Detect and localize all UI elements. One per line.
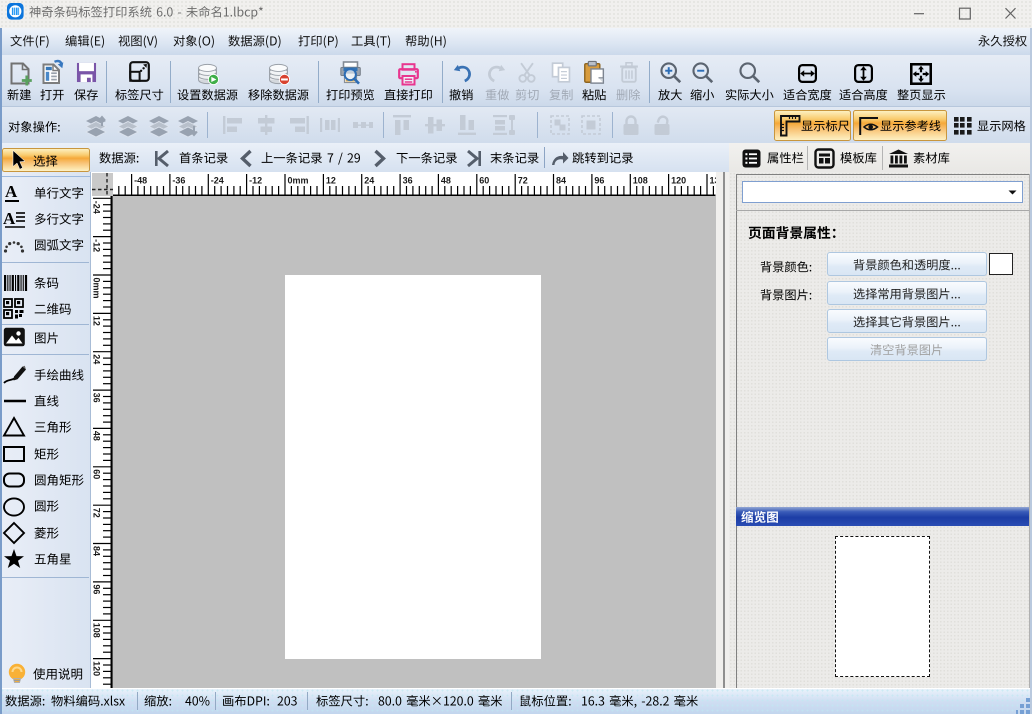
- svg-text:24: 24: [92, 354, 102, 364]
- svg-text:60: 60: [479, 176, 489, 186]
- svg-text:96: 96: [92, 584, 102, 594]
- svg-text:24: 24: [364, 176, 374, 186]
- svg-text:96: 96: [594, 176, 604, 186]
- svg-text:48: 48: [92, 430, 102, 440]
- svg-text:36: 36: [403, 176, 413, 186]
- svg-text:12: 12: [326, 176, 336, 186]
- svg-text:48: 48: [441, 176, 451, 186]
- svg-text:-12: -12: [249, 176, 262, 186]
- svg-text:-24: -24: [211, 176, 224, 186]
- svg-text:-12: -12: [92, 239, 102, 252]
- svg-text:72: 72: [518, 176, 528, 186]
- svg-text:-24: -24: [92, 200, 102, 213]
- svg-text:84: 84: [556, 176, 566, 186]
- svg-text:A: A: [3, 209, 16, 228]
- svg-text:-48: -48: [134, 176, 147, 186]
- svg-text:0mm: 0mm: [288, 176, 309, 186]
- svg-text:60: 60: [92, 469, 102, 479]
- svg-text:84: 84: [92, 546, 102, 556]
- svg-text:120: 120: [92, 661, 102, 676]
- svg-text:36: 36: [92, 392, 102, 402]
- svg-text:120: 120: [671, 176, 686, 186]
- svg-text:72: 72: [92, 507, 102, 517]
- svg-text:-36: -36: [172, 176, 185, 186]
- svg-text:A: A: [5, 182, 18, 201]
- svg-text:108: 108: [633, 176, 648, 186]
- svg-text:12: 12: [92, 315, 102, 325]
- svg-text:0mm: 0mm: [92, 277, 102, 298]
- svg-text:108: 108: [92, 622, 102, 637]
